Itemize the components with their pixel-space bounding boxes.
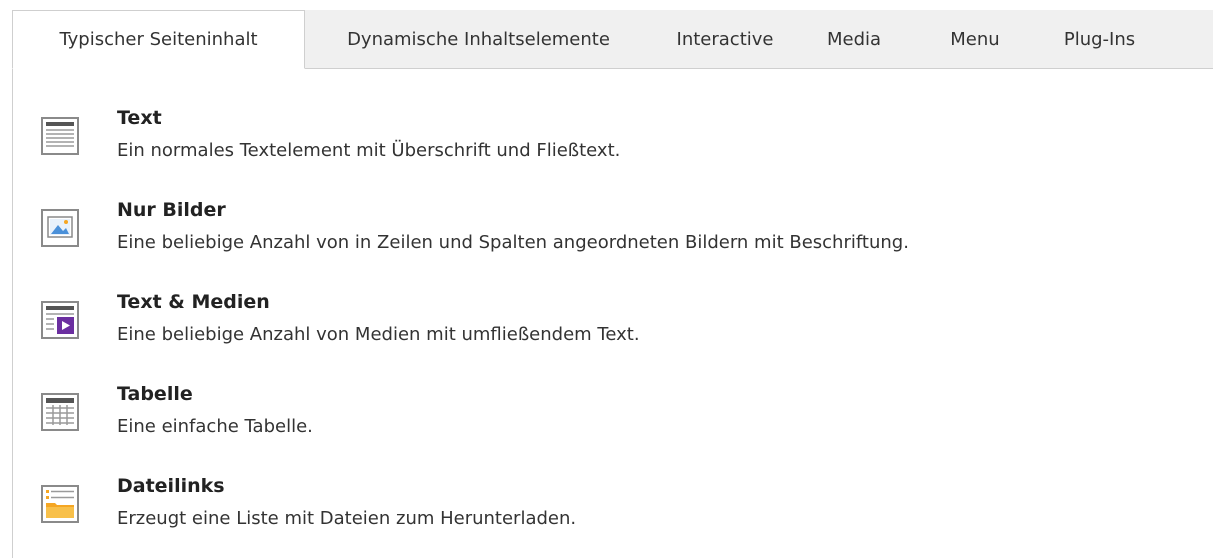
tab-media[interactable]: Media xyxy=(798,10,910,68)
element-images[interactable]: Nur Bilder Eine beliebige Anzahl von in … xyxy=(13,199,1193,269)
filelinks-icon xyxy=(41,485,79,523)
element-description: Ein normales Textelement mit Überschrift… xyxy=(117,140,621,161)
element-title: Nur Bilder xyxy=(117,199,226,221)
element-description: Erzeugt eine Liste mit Dateien zum Herun… xyxy=(117,508,577,529)
tab-bar: Typischer Seiteninhalt Dynamische Inhalt… xyxy=(12,10,1213,69)
tab-menu[interactable]: Menu xyxy=(910,10,1040,68)
content-element-wizard: Typischer Seiteninhalt Dynamische Inhalt… xyxy=(12,10,1213,558)
element-title: Text & Medien xyxy=(117,291,270,313)
element-title: Tabelle xyxy=(117,383,193,405)
images-icon xyxy=(41,209,79,247)
element-title: Text xyxy=(117,107,162,129)
text-media-icon xyxy=(41,301,79,339)
element-description: Eine einfache Tabelle. xyxy=(117,416,313,437)
tab-plug-ins[interactable]: Plug-Ins xyxy=(1040,10,1159,68)
tab-typischer-seiteninhalt[interactable]: Typischer Seiteninhalt xyxy=(12,10,305,69)
element-description: Eine beliebige Anzahl von Medien mit umf… xyxy=(117,324,640,345)
element-table[interactable]: Tabelle Eine einfache Tabelle. xyxy=(13,383,1193,453)
element-filelinks[interactable]: Dateilinks Erzeugt eine Liste mit Dateie… xyxy=(13,475,1193,545)
element-text-media[interactable]: Text & Medien Eine beliebige Anzahl von … xyxy=(13,291,1193,361)
tab-interactive[interactable]: Interactive xyxy=(652,10,798,68)
tab-dynamische-inhaltselemente[interactable]: Dynamische Inhaltselemente xyxy=(305,10,652,68)
table-icon xyxy=(41,393,79,431)
tab-content: Text Ein normales Textelement mit Übersc… xyxy=(12,69,1213,558)
text-icon xyxy=(41,117,79,155)
element-title: Dateilinks xyxy=(117,475,225,497)
element-text[interactable]: Text Ein normales Textelement mit Übersc… xyxy=(13,107,1193,177)
element-description: Eine beliebige Anzahl von in Zeilen und … xyxy=(117,232,909,253)
